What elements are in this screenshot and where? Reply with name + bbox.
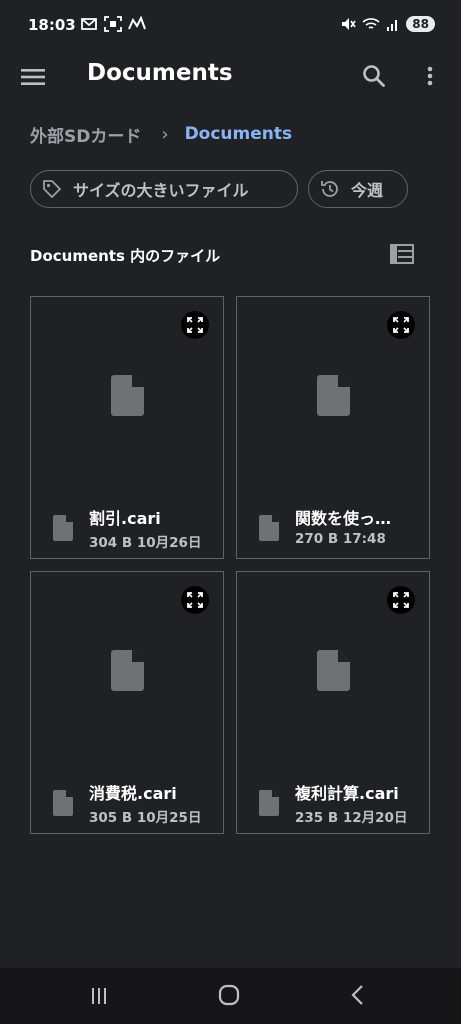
history-icon <box>321 181 338 197</box>
file-size: 235 B <box>295 810 339 826</box>
file-meta: 235 B 12月20日 <box>295 806 407 826</box>
filter-chip-label: 今週 <box>351 181 384 200</box>
status-system-icons: 88 <box>340 16 435 32</box>
mute-icon <box>342 18 356 30</box>
file-size: 270 B <box>295 531 339 547</box>
more-vert-icon[interactable] <box>418 62 442 90</box>
system-nav-bar <box>0 968 461 1024</box>
file-date: 12月20日 <box>342 810 408 826</box>
screenshot-icon <box>104 16 122 32</box>
file-meta: 305 B 10月25日 <box>89 806 201 826</box>
file-meta: 270 B 17:48 <box>295 531 386 547</box>
breadcrumb-root[interactable]: 外部SDカード <box>30 122 141 147</box>
list-view-icon[interactable] <box>390 243 414 265</box>
filter-chip-label: サイズの大きいファイル <box>73 181 249 200</box>
file-size: 305 B <box>89 810 133 826</box>
wifi-icon <box>362 18 380 29</box>
recents-icon[interactable] <box>88 986 110 1006</box>
file-date: 17:48 <box>342 531 386 547</box>
file-name: 複利計算.cari <box>295 784 399 803</box>
status-notification-icons <box>80 16 146 32</box>
file-card[interactable]: 関数を使っ… 270 B 17:48 <box>236 296 430 559</box>
message-icon <box>81 18 97 30</box>
back-icon[interactable] <box>350 984 366 1006</box>
label-icon <box>43 180 61 198</box>
file-size: 304 B <box>89 535 133 551</box>
expand-icon[interactable] <box>387 586 415 614</box>
file-icon <box>259 515 279 541</box>
file-icon <box>53 515 73 541</box>
home-icon[interactable] <box>218 984 240 1006</box>
filter-chip-this-week[interactable]: 今週 <box>308 170 408 208</box>
file-icon <box>53 790 73 816</box>
file-meta: 304 B 10月26日 <box>89 531 201 551</box>
document-thumbnail-icon <box>111 650 144 691</box>
breadcrumb-separator-icon: › <box>161 123 169 145</box>
menu-icon[interactable] <box>18 62 48 92</box>
document-thumbnail-icon <box>317 375 350 416</box>
signal-icon <box>387 20 398 31</box>
file-name: 関数を使っ… <box>295 509 392 528</box>
file-name: 消費税.cari <box>89 784 177 803</box>
breadcrumb: 外部SDカード › Documents <box>30 120 292 148</box>
breadcrumb-current[interactable]: Documents <box>185 124 293 144</box>
filter-chip-large-files[interactable]: サイズの大きいファイル <box>30 170 298 208</box>
search-icon[interactable] <box>360 62 388 90</box>
app-icon <box>128 16 146 30</box>
file-date: 10月25日 <box>136 810 202 826</box>
document-thumbnail-icon <box>317 650 350 691</box>
expand-icon[interactable] <box>181 311 209 339</box>
section-title: Documents 内のファイル <box>30 247 221 265</box>
app-bar: Documents <box>0 52 461 100</box>
document-thumbnail-icon <box>111 375 144 416</box>
file-card[interactable]: 複利計算.cari 235 B 12月20日 <box>236 571 430 834</box>
file-card[interactable]: 消費税.cari 305 B 10月25日 <box>30 571 224 834</box>
file-icon <box>259 790 279 816</box>
file-date: 10月26日 <box>136 535 202 551</box>
page-title: Documents <box>87 60 233 86</box>
file-name: 割引.cari <box>89 509 161 528</box>
file-card[interactable]: 割引.cari 304 B 10月26日 <box>30 296 224 559</box>
expand-icon[interactable] <box>387 311 415 339</box>
status-bar: 18:03 88 <box>0 0 461 56</box>
status-time: 18:03 <box>28 16 76 34</box>
expand-icon[interactable] <box>181 586 209 614</box>
battery-level: 88 <box>406 16 435 32</box>
